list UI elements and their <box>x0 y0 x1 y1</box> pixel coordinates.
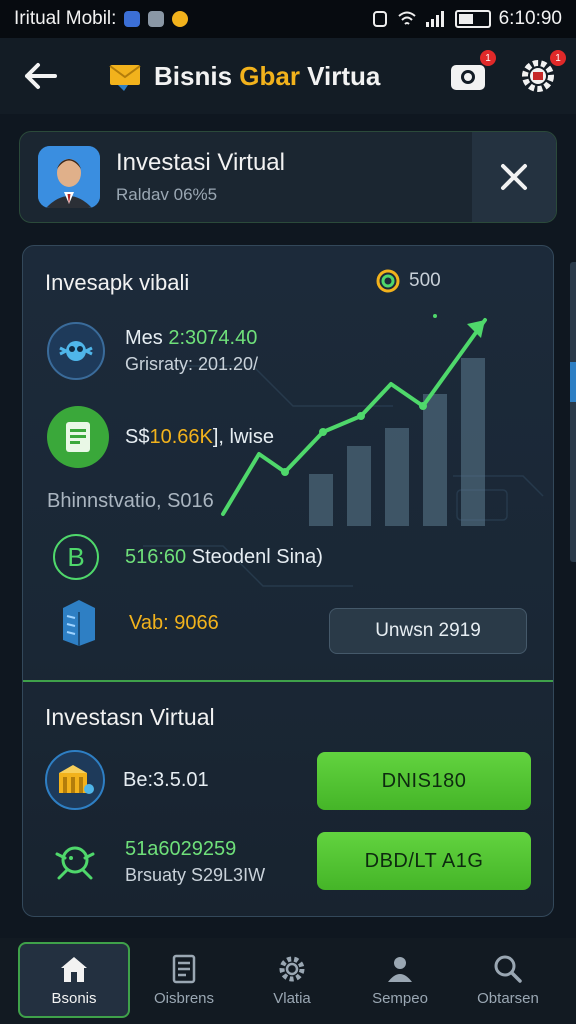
camera-button[interactable]: 1 <box>448 50 496 96</box>
row2-value: S$10.66K], lwise <box>125 425 274 448</box>
status-bar: Iritual Mobil: 6:10:90 <box>0 0 576 38</box>
settings-button[interactable]: 1 <box>518 50 566 96</box>
secondary-action-button[interactable]: Unwsn 2919 <box>329 608 527 654</box>
gear-icon <box>279 956 305 981</box>
profile-subtitle: Raldav 06%5 <box>116 185 218 204</box>
document-icon <box>172 954 196 983</box>
app-title: Bisnis Gbar Virtua <box>154 60 381 91</box>
section-stat: 500 <box>375 268 441 294</box>
row3-value: 516:60 Steodenl Sina) <box>125 545 323 568</box>
gallery-notification-icon <box>148 11 165 27</box>
row6-value: 51a6029259 <box>125 838 237 860</box>
list-item: S$10.66K], lwise <box>47 406 274 468</box>
list-item: Vab: 9066 <box>57 598 219 648</box>
wifi-icon <box>397 11 416 25</box>
row5-value: Be:3.5.01 <box>123 768 209 791</box>
clock: 6:10:90 <box>498 8 562 29</box>
subsection-title: Bhinnstvatio, S016 <box>47 490 214 512</box>
home-icon <box>61 956 87 982</box>
coin-notification-icon <box>172 11 189 27</box>
list-item: B 516:60 Steodenl Sina) <box>53 534 323 580</box>
page-title: Bisnis Gbar Virtua <box>108 61 380 92</box>
coin-b-icon: B <box>53 534 99 580</box>
nav-label: Vlatia <box>273 989 311 1007</box>
camera-icon <box>451 65 485 90</box>
envelope-logo-icon <box>109 65 141 91</box>
signal-icon <box>425 11 444 27</box>
back-button[interactable] <box>18 54 62 98</box>
nfc-icon <box>372 11 387 27</box>
growth-plant-icon <box>55 846 95 880</box>
treasure-icon <box>45 750 105 810</box>
row1-value: Mes 2:3074.40 <box>125 327 258 349</box>
section-title-2: Investasn Virtual <box>45 704 215 730</box>
server-icon <box>63 600 95 646</box>
avatar <box>38 146 100 208</box>
list-item: Be:3.5.01 <box>45 750 209 810</box>
list-item: 51a6029259 Brsuaty S29L3IW <box>49 838 265 886</box>
nav-item-documents[interactable]: Oisbrens <box>130 942 238 1018</box>
nav-item-bisnis[interactable]: Bsonis <box>18 942 130 1018</box>
robot-icon <box>47 322 105 380</box>
nav-label: Oisbrens <box>153 989 215 1007</box>
primary-action-button[interactable]: DNIS180 <box>317 752 531 810</box>
divider <box>23 680 553 682</box>
investment-panel: Invesapk vibali 500 Mes 2:3074.40 Grisra… <box>22 245 554 917</box>
scroll-indicator <box>570 262 576 562</box>
nav-label: Obtarsen <box>477 989 539 1007</box>
app-header: Bisnis Gbar Virtua 1 1 <box>0 38 576 114</box>
back-arrow-icon <box>25 63 57 89</box>
close-button[interactable] <box>472 132 556 222</box>
secondary-green-button[interactable]: DBD/LT A1G <box>317 832 531 890</box>
section-title: Invesapk vibali <box>45 270 190 295</box>
nav-item-search[interactable]: Obtarsen <box>454 942 562 1018</box>
list-item: Mes 2:3074.40 Grisraty: 201.20/ <box>47 322 258 380</box>
carrier-text: Iritual Mobil: <box>14 8 117 29</box>
target-icon <box>376 269 400 293</box>
close-icon <box>501 164 527 190</box>
row6-subtitle: Brsuaty S29L3IW <box>125 865 266 885</box>
app-notification-icon <box>124 11 141 27</box>
document-money-icon <box>47 406 109 468</box>
profile-card: Investasi Virtual Raldav 06%5 <box>19 131 557 223</box>
nav-item-profile[interactable]: Sempeo <box>346 942 454 1018</box>
bottom-navigation: Bsonis Oisbrens Vlatia Sempeo Obtarsen <box>0 938 576 1024</box>
settings-badge: 1 <box>550 50 566 66</box>
person-icon <box>388 956 412 982</box>
profile-name: Investasi Virtual <box>116 149 285 176</box>
battery-icon <box>454 10 491 28</box>
person-avatar-icon <box>38 146 100 208</box>
nav-label: Sempeo <box>372 989 428 1007</box>
nav-label: Bsonis <box>51 989 97 1007</box>
row4-value: Vab: 9066 <box>129 611 219 634</box>
row1-subtitle: Grisraty: 201.20/ <box>125 354 259 374</box>
nav-item-settings[interactable]: Vlatia <box>238 942 346 1018</box>
camera-badge: 1 <box>480 50 496 66</box>
search-icon <box>494 955 522 983</box>
